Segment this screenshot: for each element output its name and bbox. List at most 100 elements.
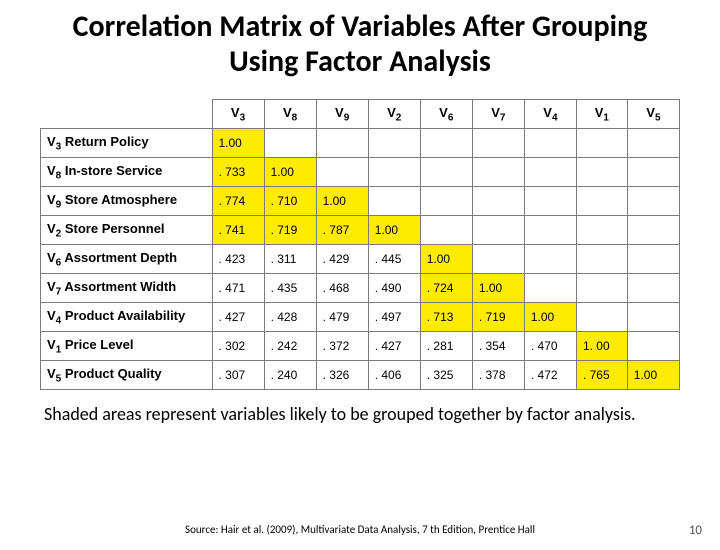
- row-label: V6 Assortment Depth: [41, 245, 213, 274]
- matrix-cell: [420, 158, 472, 187]
- matrix-cell: [420, 129, 472, 158]
- matrix-cell: [627, 245, 679, 274]
- matrix-cell: . 406: [368, 361, 420, 390]
- matrix-cell: [472, 129, 524, 158]
- matrix-cell: . 302: [212, 332, 264, 361]
- matrix-cell: . 354: [472, 332, 524, 361]
- matrix-cell: . 741: [212, 216, 264, 245]
- matrix-cell: 1.00: [524, 303, 576, 332]
- matrix-cell: . 710: [264, 187, 316, 216]
- matrix-cell: . 378: [472, 361, 524, 390]
- matrix-cell: . 497: [368, 303, 420, 332]
- row-label: V3 Return Policy: [41, 129, 213, 158]
- matrix-cell: [627, 187, 679, 216]
- matrix-cell: 1.00: [316, 187, 368, 216]
- row-label: V5 Product Quality: [41, 361, 213, 390]
- matrix-cell: . 427: [368, 332, 420, 361]
- row-label: V7 Assortment Width: [41, 274, 213, 303]
- matrix-cell: [420, 187, 472, 216]
- matrix-cell: [627, 216, 679, 245]
- matrix-cell: [576, 245, 627, 274]
- table-row: V3 Return Policy1.00: [41, 129, 680, 158]
- matrix-cell: . 325: [420, 361, 472, 390]
- matrix-cell: [420, 216, 472, 245]
- matrix-cell: . 468: [316, 274, 368, 303]
- matrix-cell: [627, 332, 679, 361]
- matrix-cell: 1.00: [472, 274, 524, 303]
- matrix-cell: . 281: [420, 332, 472, 361]
- correlation-matrix-table: V3V8V9V2V6V7V4V1V5 V3 Return Policy1.00V…: [40, 99, 680, 390]
- matrix-cell: [576, 216, 627, 245]
- page-number: 10: [689, 523, 702, 538]
- table-header: V3V8V9V2V6V7V4V1V5: [41, 100, 680, 129]
- row-label: V2 Store Personnel: [41, 216, 213, 245]
- table-row: V5 Product Quality. 307. 240. 326. 406. …: [41, 361, 680, 390]
- table-row: V9 Store Atmosphere. 774. 7101.00: [41, 187, 680, 216]
- matrix-cell: . 719: [472, 303, 524, 332]
- matrix-cell: [368, 187, 420, 216]
- matrix-cell: . 765: [576, 361, 627, 390]
- matrix-cell: [472, 216, 524, 245]
- matrix-cell: [627, 303, 679, 332]
- matrix-cell: [627, 129, 679, 158]
- table-row: V8 In-store Service. 7331.00: [41, 158, 680, 187]
- matrix-cell: [368, 129, 420, 158]
- matrix-cell: [627, 158, 679, 187]
- corner-cell: [41, 100, 213, 129]
- matrix-cell: 1.00: [264, 158, 316, 187]
- matrix-cell: . 479: [316, 303, 368, 332]
- matrix-container: V3V8V9V2V6V7V4V1V5 V3 Return Policy1.00V…: [40, 99, 680, 390]
- matrix-cell: . 435: [264, 274, 316, 303]
- matrix-cell: . 428: [264, 303, 316, 332]
- table-row: V1 Price Level. 302. 242. 372. 427. 281.…: [41, 332, 680, 361]
- matrix-cell: . 774: [212, 187, 264, 216]
- col-header: V8: [264, 100, 316, 129]
- matrix-cell: [627, 274, 679, 303]
- matrix-cell: [472, 245, 524, 274]
- col-header: V4: [524, 100, 576, 129]
- matrix-cell: . 429: [316, 245, 368, 274]
- matrix-cell: . 372: [316, 332, 368, 361]
- matrix-cell: . 307: [212, 361, 264, 390]
- col-header: V6: [420, 100, 472, 129]
- matrix-cell: 1.00: [368, 216, 420, 245]
- matrix-cell: [524, 245, 576, 274]
- matrix-cell: . 240: [264, 361, 316, 390]
- matrix-cell: . 724: [420, 274, 472, 303]
- matrix-cell: . 471: [212, 274, 264, 303]
- matrix-cell: [576, 303, 627, 332]
- matrix-cell: . 423: [212, 245, 264, 274]
- table-row: V6 Assortment Depth. 423. 311. 429. 4451…: [41, 245, 680, 274]
- matrix-cell: . 242: [264, 332, 316, 361]
- matrix-cell: [472, 187, 524, 216]
- matrix-cell: . 445: [368, 245, 420, 274]
- matrix-cell: [316, 158, 368, 187]
- matrix-cell: . 472: [524, 361, 576, 390]
- col-header: V9: [316, 100, 368, 129]
- matrix-cell: [524, 187, 576, 216]
- matrix-cell: [524, 216, 576, 245]
- matrix-cell: 1.00: [212, 129, 264, 158]
- matrix-cell: [576, 274, 627, 303]
- row-label: V8 In-store Service: [41, 158, 213, 187]
- matrix-cell: 1.00: [627, 361, 679, 390]
- table-body: V3 Return Policy1.00V8 In-store Service.…: [41, 129, 680, 390]
- matrix-cell: [316, 129, 368, 158]
- matrix-cell: . 787: [316, 216, 368, 245]
- matrix-cell: [524, 158, 576, 187]
- matrix-cell: . 427: [212, 303, 264, 332]
- caption-text: Shaded areas represent variables likely …: [44, 404, 676, 426]
- matrix-cell: [576, 187, 627, 216]
- matrix-cell: 1. 00: [576, 332, 627, 361]
- matrix-cell: 1.00: [420, 245, 472, 274]
- row-label: V4 Product Availability: [41, 303, 213, 332]
- source-citation: Source: Hair et al. (2009), Multivariate…: [0, 523, 720, 536]
- matrix-cell: [524, 274, 576, 303]
- col-header: V7: [472, 100, 524, 129]
- matrix-cell: [368, 158, 420, 187]
- col-header: V3: [212, 100, 264, 129]
- matrix-cell: . 719: [264, 216, 316, 245]
- matrix-cell: [576, 129, 627, 158]
- table-row: V7 Assortment Width. 471. 435. 468. 490.…: [41, 274, 680, 303]
- row-label: V9 Store Atmosphere: [41, 187, 213, 216]
